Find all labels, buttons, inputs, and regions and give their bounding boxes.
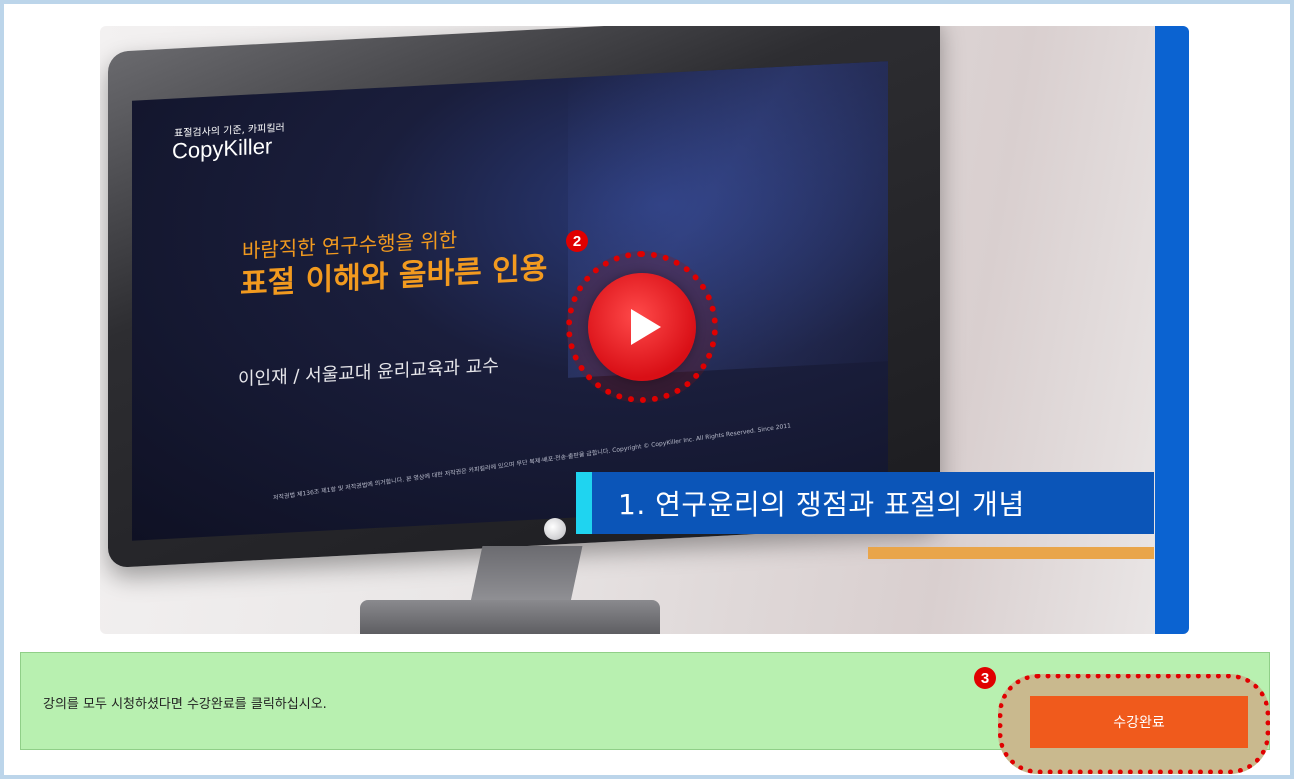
play-highlight (566, 251, 718, 403)
chapter-title: 1. 연구윤리의 쟁점과 표절의 개념 (618, 488, 1025, 521)
completion-notice-text: 강의를 모두 시청하셨다면 수강완료를 클릭하십시오. (43, 697, 327, 712)
chapter-accent (576, 472, 592, 534)
brand-logo-text: CopyKiller (172, 133, 273, 164)
monitor-stand-base (360, 600, 660, 634)
video-side-strip (1155, 26, 1189, 634)
monitor-power-icon (544, 518, 566, 540)
play-icon (631, 309, 661, 345)
orange-accent-line (868, 547, 1154, 559)
video-player[interactable]: 표절검사의 기준, 카피킬러 CopyKiller 바람직한 연구수행을 위한 … (100, 26, 1189, 634)
monitor-screen: 표절검사의 기준, 카피킬러 CopyKiller 바람직한 연구수행을 위한 … (132, 61, 888, 541)
lecturer-name: 이인재 / 서울교대 윤리교육과 교수 (238, 355, 499, 391)
step-marker-3: 3 (974, 667, 996, 689)
play-button[interactable] (588, 273, 696, 381)
complete-lecture-button[interactable]: 수강완료 (1030, 696, 1248, 748)
chapter-title-bar: 1. 연구윤리의 쟁점과 표절의 개념 (576, 472, 1154, 534)
step-marker-2: 2 (566, 230, 588, 252)
